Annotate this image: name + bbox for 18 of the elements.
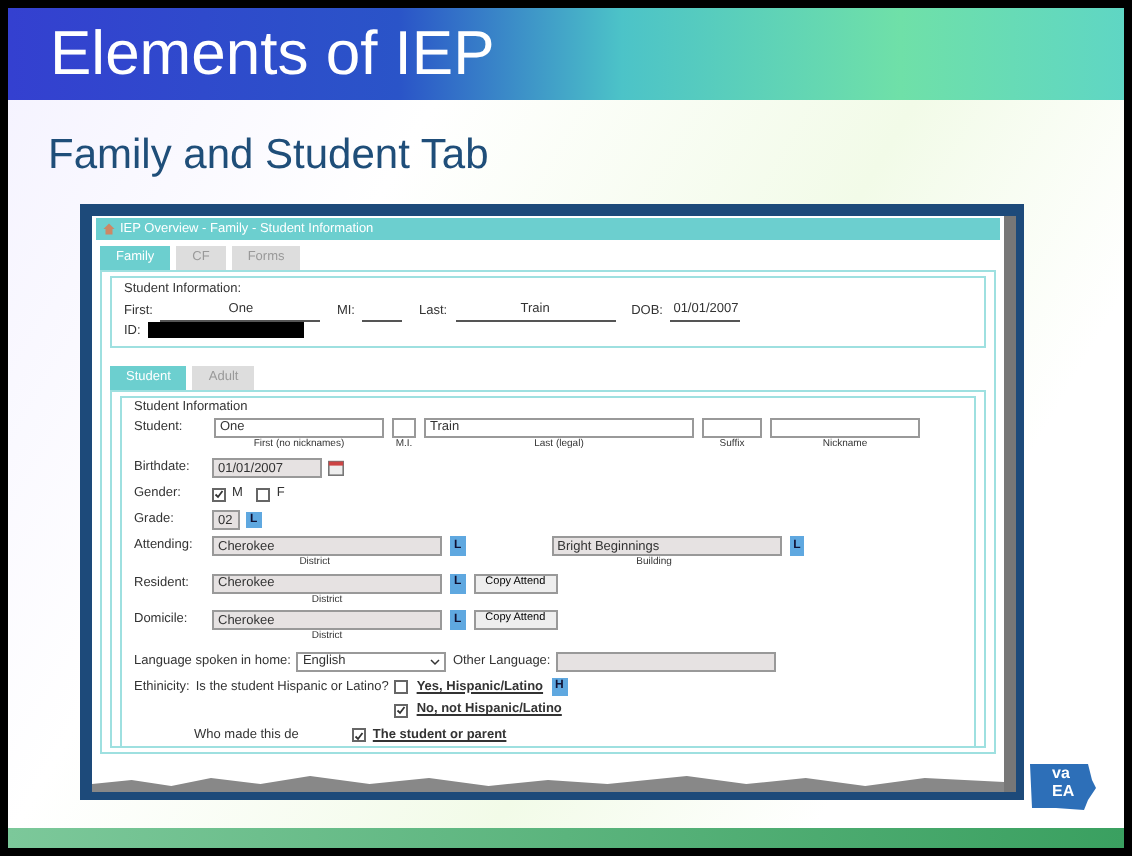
calendar-icon[interactable] [328,460,344,477]
text-field[interactable] [770,417,920,438]
text-field[interactable] [392,417,416,438]
checkbox[interactable] [352,728,367,743]
logo-text: EA [1052,783,1075,802]
checkbox[interactable] [394,703,409,718]
caret-icon [430,657,441,666]
checkbox[interactable] [256,487,271,502]
slide-title: Elements of IEP [50,16,495,92]
scrollbar[interactable] [1004,215,1016,791]
text-field[interactable] [556,651,777,672]
home-icon [102,221,116,236]
logo-text: va [1052,766,1072,784]
slide-subtitle: Family and Student Tab [48,130,491,182]
checkbox[interactable] [394,679,409,694]
logo-icon [1028,760,1096,812]
text-field[interactable] [702,417,762,438]
checkbox[interactable] [212,487,226,502]
